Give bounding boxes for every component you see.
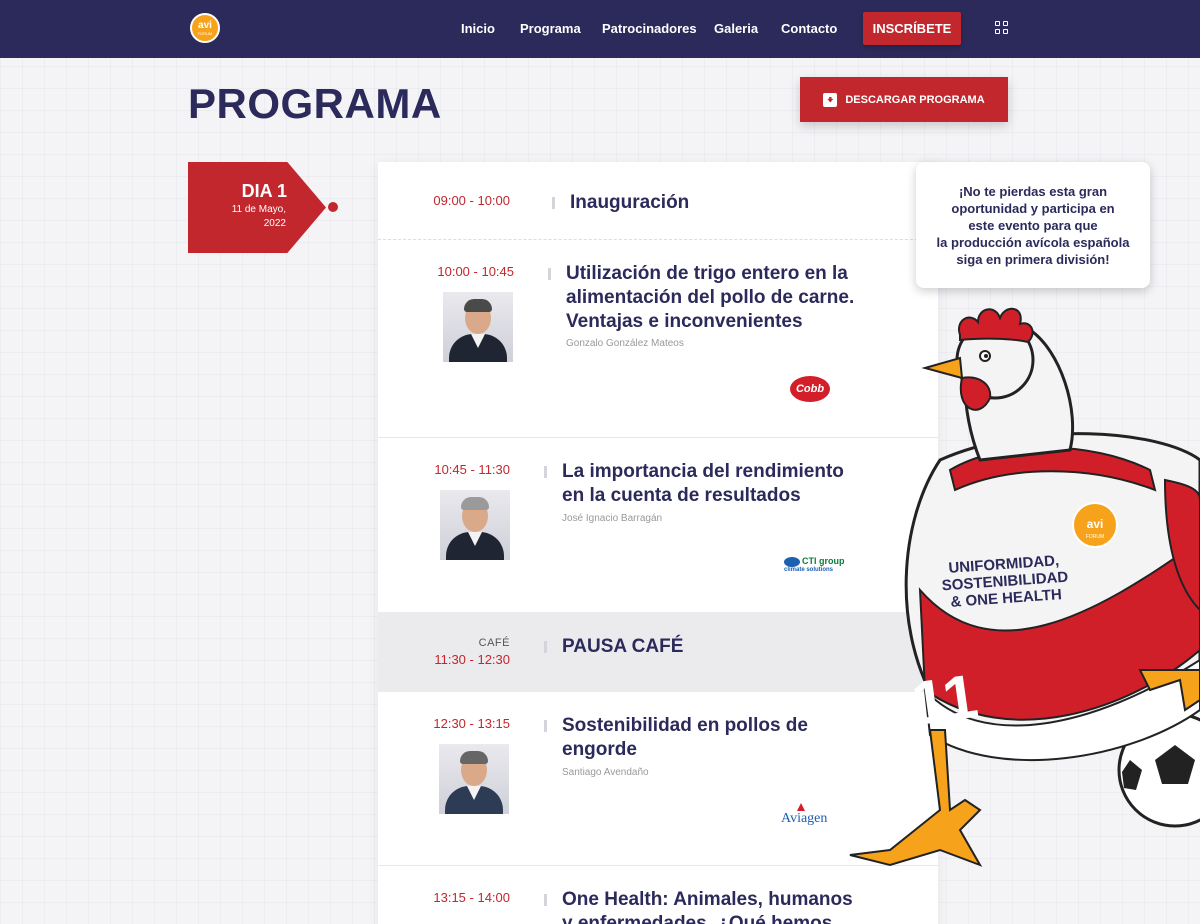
title-line: y enfermedades. ¿Qué hemos xyxy=(562,913,833,924)
info-line: siga en primera división! xyxy=(956,251,1110,267)
info-line: este evento para que xyxy=(968,217,1098,233)
title-line: Ventajas e inconvenientes xyxy=(566,311,803,332)
day-date-line: 11 de Mayo, xyxy=(231,204,286,215)
title-marker xyxy=(544,641,547,653)
slot-time: 13:15 - 14:00 xyxy=(433,890,510,905)
jersey-slogan: UNIFORMIDAD, SOSTENIBILIDAD & ONE HEALTH xyxy=(928,551,1081,612)
title-marker xyxy=(552,197,555,209)
slot-time: 10:00 - 10:45 xyxy=(437,264,514,279)
avi-forum-logo[interactable]: avi FORUM xyxy=(190,13,220,43)
speaker-name: Gonzalo González Mateos xyxy=(566,338,684,349)
title-line: La importancia del rendimiento xyxy=(562,461,844,482)
day-date-line: 2022 xyxy=(263,218,286,229)
jersey-number: 11 xyxy=(907,661,983,740)
day-title: DIA 1 xyxy=(241,181,287,201)
logo-text: avi xyxy=(198,19,212,31)
timeline-dot xyxy=(328,202,338,212)
title-line: engorde xyxy=(562,739,637,760)
sponsor-logo-cobb: Cobb xyxy=(790,376,830,402)
slot-time: 09:00 - 10:00 xyxy=(433,193,510,208)
title-line: Utilización de trigo entero en la xyxy=(566,263,848,284)
speaker-photo xyxy=(439,744,509,814)
title-line: alimentación del pollo de carne. xyxy=(566,287,855,308)
logo-subtext: FORUM xyxy=(197,30,213,36)
title-marker xyxy=(544,894,547,906)
download-label: DESCARGAR PROGRAMA xyxy=(845,93,985,106)
sponsor-logo-aviagen: Aviagen xyxy=(781,811,828,826)
day-date: 11 de Mayo, 2022 xyxy=(188,203,286,231)
slot-title: One Health: Animales, humanos y enfermed… xyxy=(562,888,853,924)
download-program-button[interactable]: DESCARGAR PROGRAMA xyxy=(800,77,1008,122)
download-icon xyxy=(823,92,838,107)
slot-time: 12:30 - 13:15 xyxy=(433,716,510,731)
slot-title: PAUSA CAFÉ xyxy=(562,636,684,657)
chicken-mascot-illustration: avi FORUM xyxy=(849,308,1200,867)
page-title: PROGRAMA xyxy=(188,80,442,127)
slot-title: Utilización de trigo entero en la alimen… xyxy=(566,262,854,334)
nav-item-galeria[interactable]: Galeria xyxy=(714,21,758,36)
title-marker xyxy=(544,720,547,732)
title-marker xyxy=(544,466,547,478)
grid-menu-icon[interactable] xyxy=(995,21,1008,34)
slot-title: Inauguración xyxy=(570,192,690,213)
schedule-slot: 09:00 - 10:00 Inauguración xyxy=(378,162,938,240)
title-line: Sostenibilidad en pollos de xyxy=(562,715,808,736)
nav-item-patrocinadores[interactable]: Patrocinadores xyxy=(602,21,697,36)
info-text: ¡No te pierdas esta gran oportunidad y p… xyxy=(937,183,1130,268)
info-callout: ¡No te pierdas esta gran oportunidad y p… xyxy=(916,162,1150,288)
slot-title: Sostenibilidad en pollos de engorde xyxy=(562,714,808,762)
inscribete-button[interactable]: INSCRÍBETE xyxy=(863,12,961,45)
svg-text:avi: avi xyxy=(1087,517,1104,531)
slot-time: 10:45 - 11:30 xyxy=(434,462,510,477)
slot-time: 11:30 - 12:30 xyxy=(434,652,510,667)
nav-item-inicio[interactable]: Inicio xyxy=(461,21,495,36)
slot-title: La importancia del rendimiento en la cue… xyxy=(562,460,844,508)
info-line: ¡No te pierdas esta gran xyxy=(958,183,1108,199)
speaker-name: Santiago Avendaño xyxy=(562,767,649,778)
title-line: One Health: Animales, humanos xyxy=(562,889,853,910)
svg-text:FORUM: FORUM xyxy=(1086,534,1104,540)
pause-label: CAFÉ xyxy=(478,637,510,649)
nav-item-contacto[interactable]: Contacto xyxy=(781,21,837,36)
top-navbar: avi FORUM Inicio Programa Patrocinadores… xyxy=(0,0,1200,58)
info-line: la producción avícola española xyxy=(936,234,1130,250)
info-line: oportunidad y participa en xyxy=(951,200,1115,216)
speaker-name: José Ignacio Barragán xyxy=(562,513,663,524)
title-line: en la cuenta de resultados xyxy=(562,485,801,506)
title-marker xyxy=(548,268,551,280)
speaker-photo xyxy=(440,490,510,560)
nav-item-programa[interactable]: Programa xyxy=(520,21,581,36)
speaker-photo xyxy=(443,292,513,362)
